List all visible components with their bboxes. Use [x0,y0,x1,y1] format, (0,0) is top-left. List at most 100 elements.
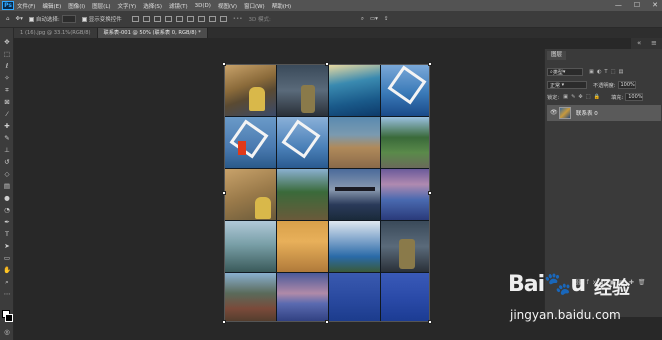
watermark-url: jingyan.baidu.com [510,308,621,322]
healing-brush-icon[interactable]: ✚ [3,122,11,130]
photo-thumbnail [329,117,380,168]
share-icon[interactable]: ⇪ [384,16,389,22]
gradient-tool-icon[interactable]: ▤ [3,182,11,190]
lock-icons[interactable]: ▣✎✥⬚🔒 [563,94,603,100]
distribute-h-icon[interactable] [219,16,227,22]
menu-image[interactable]: 图像(I) [68,2,85,10]
show-transform-group: 显示变换控件 [81,15,122,23]
photo-thumbnail [329,273,380,321]
layer-row[interactable]: 👁 联系表 0 [547,105,661,121]
workspace-icon[interactable]: ▭▾ [370,16,378,22]
background-color-swatch[interactable] [5,314,13,322]
transform-handle[interactable] [222,191,226,195]
search-icon[interactable]: ⌕ [361,16,364,23]
auto-select-dropdown[interactable] [61,15,76,23]
menu-window[interactable]: 窗口(W) [244,2,265,10]
marquee-tool-icon[interactable]: ⬚ [3,50,11,58]
path-select-icon[interactable]: ➤ [3,242,11,250]
lasso-tool-icon[interactable]: ℓ [3,62,11,70]
hand-tool-icon[interactable]: ✋ [3,266,11,274]
align-icons [128,16,227,22]
menu-layer[interactable]: 图层(L) [92,2,110,10]
transform-handle[interactable] [325,320,329,324]
tab-doc-1[interactable]: 1 (16).jpg @ 33.1%(RGB/8) [14,28,98,38]
move-tool-icon[interactable]: ✥ [3,38,11,46]
photoshop-logo-icon[interactable]: Ps [2,1,14,10]
align-bottom-icon[interactable] [186,16,194,22]
blend-mode-dropdown[interactable]: 正常 ▾ [547,81,587,89]
zoom-tool-icon[interactable]: ⌕ [3,278,11,286]
align-middle-icon[interactable] [175,16,183,22]
frame-tool-icon[interactable]: ⊠ [3,98,11,106]
align-left-icon[interactable] [131,16,139,22]
layer-filter-row: ⌕ 类型 ▾ ▣◐T⬚▤ [547,67,661,77]
photo-thumbnail [225,65,276,116]
align-top-icon[interactable] [164,16,172,22]
tab-contact-sheet[interactable]: 联系表-001 @ 50% (联系表 0, RGB/8) * [97,28,208,38]
menu-bar: Ps 文件(F) 编辑(E) 图像(I) 图层(L) 文字(Y) 选择(S) 滤… [0,0,662,11]
panel-collapse-bar: « ≡ [631,38,662,49]
menu-edit[interactable]: 编辑(E) [42,2,61,10]
document-tabs: 1 (16).jpg @ 33.1%(RGB/8) 联系表-001 @ 50% … [14,28,662,38]
photo-thumbnail [381,65,429,116]
move-tool-preset-icon[interactable]: ✥▾ [16,16,23,22]
photo-thumbnail [277,273,328,321]
distribute-icon[interactable] [197,16,205,22]
menu-select[interactable]: 选择(S) [143,2,162,10]
history-brush-icon[interactable]: ↺ [3,158,11,166]
eyedropper-icon[interactable]: ⁄ [3,110,11,118]
photo-thumbnail [381,169,429,220]
transform-handle[interactable] [428,320,432,324]
photo-thumbnail [277,65,328,116]
close-button[interactable]: ✕ [652,1,658,9]
shape-tool-icon[interactable]: ▭ [3,254,11,262]
menu-help[interactable]: 帮助(H) [272,2,291,10]
auto-select-checkbox[interactable] [28,16,34,22]
minimize-button[interactable]: — [615,1,622,9]
transform-handle[interactable] [325,62,329,66]
stamp-tool-icon[interactable]: ⊥ [3,146,11,154]
crop-tool-icon[interactable]: ⌗ [3,86,11,94]
opacity-input[interactable]: 100% [617,81,636,89]
pen-tool-icon[interactable]: ✒ [3,218,11,226]
panel-menu-icon[interactable]: ≡ [651,39,657,47]
fill-label: 填充: [611,94,624,101]
brush-tool-icon[interactable]: ✎ [3,134,11,142]
auto-select-group: 自动选择: [28,15,76,23]
lock-label: 锁定: [547,94,560,101]
edit-toolbar-icon[interactable]: ⋯ [3,290,11,298]
type-tool-icon[interactable]: T [3,230,11,238]
menu-filter[interactable]: 滤镜(T) [169,2,188,10]
filter-icons[interactable]: ▣◐T⬚▤ [589,69,626,75]
maximize-button[interactable]: ☐ [634,1,640,9]
magic-wand-icon[interactable]: ✧ [3,74,11,82]
home-icon[interactable]: ⌂ [6,16,10,22]
menu-3d[interactable]: 3D(D) [195,3,211,9]
menu-file[interactable]: 文件(F) [17,2,35,10]
visibility-eye-icon[interactable]: 👁 [550,109,558,116]
menu-type[interactable]: 文字(Y) [118,2,137,10]
transform-handle[interactable] [222,62,226,66]
tools-panel: ✥ ⬚ ℓ ✧ ⌗ ⊠ ⁄ ✚ ✎ ⊥ ↺ ◇ ▤ ● ◔ ✒ T ➤ ▭ ✋ … [0,28,14,340]
eraser-tool-icon[interactable]: ◇ [3,170,11,178]
lock-row: 锁定: ▣✎✥⬚🔒 填充: 100% [547,92,661,102]
distribute-v-icon[interactable] [208,16,216,22]
dodge-tool-icon[interactable]: ◔ [3,206,11,214]
fill-input[interactable]: 100% [625,93,644,101]
transform-handle[interactable] [428,191,432,195]
tab-layers[interactable]: 图层 [547,51,567,60]
transform-handle[interactable] [222,320,226,324]
align-right-icon[interactable] [153,16,161,22]
align-center-icon[interactable] [142,16,150,22]
collapse-panels-icon[interactable]: « [637,39,641,47]
more-options-icon[interactable]: ••• [233,16,243,22]
baidu-logo-icon: Bai🐾u [508,272,586,297]
transform-handle[interactable] [428,62,432,66]
layer-name[interactable]: 联系表 0 [576,109,598,117]
kind-filter-dropdown[interactable]: ⌕ 类型 ▾ [547,68,583,76]
blur-tool-icon[interactable]: ● [3,194,11,202]
show-transform-checkbox[interactable] [81,16,87,22]
menu-view[interactable]: 视图(V) [218,2,237,10]
document-canvas[interactable] [224,64,430,322]
quick-mask-icon[interactable]: ◎ [3,328,11,336]
